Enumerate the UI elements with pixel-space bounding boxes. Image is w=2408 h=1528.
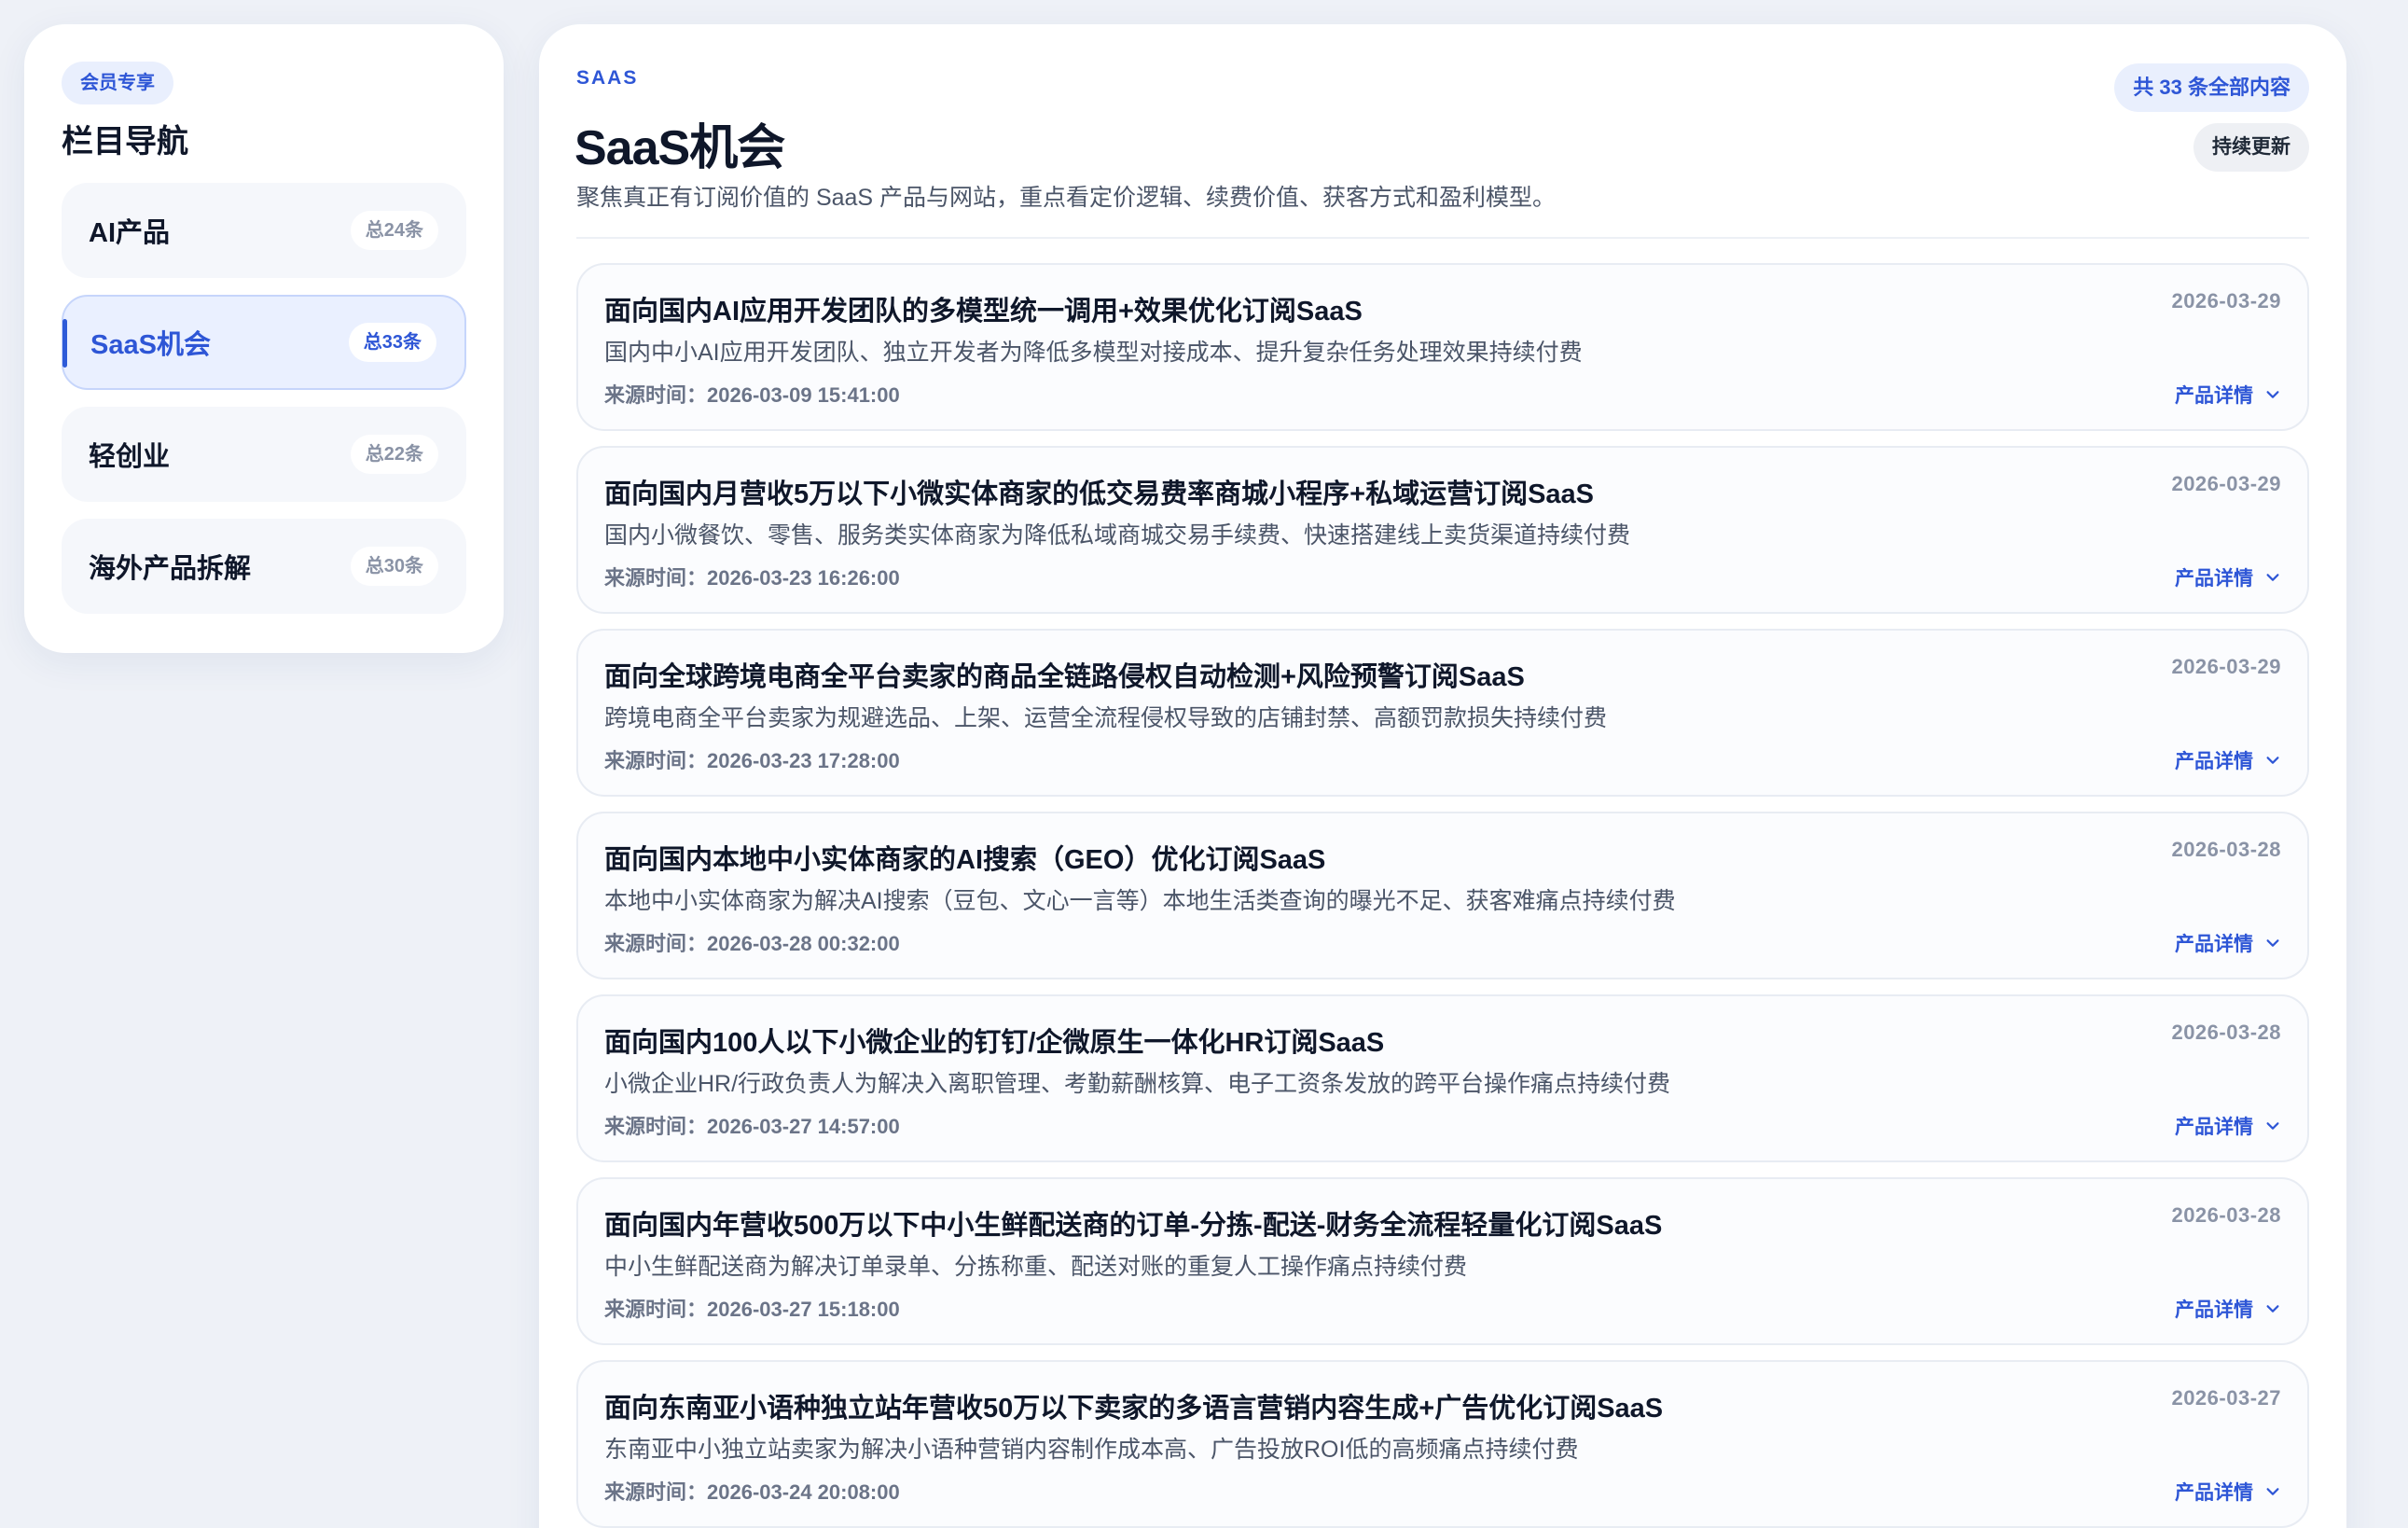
- update-status-badge: 持续更新: [2193, 123, 2309, 172]
- product-detail-label: 产品详情: [2175, 934, 2253, 955]
- sidebar-item-count: 总33条: [348, 323, 436, 362]
- source-time-label: 来源时间：: [604, 383, 708, 407]
- product-detail-button[interactable]: 产品详情: [2175, 563, 2281, 591]
- list-item[interactable]: 面向国内100人以下小微企业的钉钉/企微原生一体化HR订阅SaaS 2026-0…: [576, 994, 2309, 1162]
- sidebar-item-ai-products[interactable]: AI产品 总24条: [62, 183, 466, 278]
- member-badge: 会员专享: [62, 62, 173, 104]
- card-source-time: 来源时间：2026-03-23 17:28:00: [604, 744, 900, 774]
- product-detail-label: 产品详情: [2175, 385, 2253, 407]
- chevron-down-icon: [2266, 1488, 2279, 1495]
- card-title[interactable]: 面向国内AI应用开发团队的多模型统一调用+效果优化订阅SaaS: [604, 289, 1363, 328]
- card-title[interactable]: 面向国内月营收5万以下小微实体商家的低交易费率商城小程序+私域运营订阅SaaS: [604, 472, 1594, 511]
- list-item[interactable]: 面向国内本地中小实体商家的AI搜索（GEO）优化订阅SaaS 2026-03-2…: [576, 812, 2309, 979]
- sidebar: 会员专享 栏目导航 AI产品 总24条 SaaS机会 总33条 轻创业 总22条…: [24, 24, 504, 653]
- sidebar-item-count: 总30条: [350, 547, 438, 586]
- sidebar-item-count: 总22条: [350, 435, 438, 474]
- source-time-value: 2026-03-28 00:32:00: [707, 932, 900, 955]
- sidebar-item-label: 轻创业: [89, 442, 171, 472]
- card-date: 2026-03-27: [2171, 1386, 2281, 1410]
- sidebar-item-label: 海外产品拆解: [89, 554, 252, 584]
- list-item[interactable]: 面向国内月营收5万以下小微实体商家的低交易费率商城小程序+私域运营订阅SaaS …: [576, 446, 2309, 614]
- card-description: 小微企业HR/行政负责人为解决入离职管理、考勤薪酬核算、电子工资条发放的跨平台操…: [604, 1071, 1671, 1097]
- total-count-badge: 共 33 条全部内容: [2114, 63, 2309, 112]
- source-time-label: 来源时间：: [604, 1115, 708, 1138]
- card-date: 2026-03-29: [2171, 289, 2281, 313]
- source-time-label: 来源时间：: [604, 749, 708, 772]
- product-detail-button[interactable]: 产品详情: [2175, 1112, 2281, 1140]
- card-source-time: 来源时间：2026-03-27 14:57:00: [604, 1110, 900, 1140]
- card-description: 国内中小AI应用开发团队、独立开发者为降低多模型对接成本、提升复杂任务处理效果持…: [604, 340, 1583, 366]
- product-detail-button[interactable]: 产品详情: [2175, 929, 2281, 957]
- section-kicker: SAAS: [576, 67, 639, 89]
- product-detail-label: 产品详情: [2175, 751, 2253, 772]
- card-title[interactable]: 面向东南亚小语种独立站年营收50万以下卖家的多语言营销内容生成+广告优化订阅Sa…: [604, 1386, 1663, 1425]
- chevron-down-icon: [2266, 1305, 2279, 1313]
- card-source-time: 来源时间：2026-03-24 20:08:00: [604, 1476, 900, 1506]
- card-source-time: 来源时间：2026-03-27 15:18:00: [604, 1293, 900, 1323]
- chevron-down-icon: [2266, 574, 2279, 581]
- product-detail-button[interactable]: 产品详情: [2175, 1478, 2281, 1506]
- card-date: 2026-03-29: [2171, 472, 2281, 495]
- card-description: 国内小微餐饮、零售、服务类实体商家为降低私域商城交易手续费、快速搭建线上卖货渠道…: [604, 522, 1631, 549]
- product-detail-button[interactable]: 产品详情: [2175, 1295, 2281, 1323]
- source-time-value: 2026-03-23 16:26:00: [707, 566, 900, 590]
- source-time-value: 2026-03-23 17:28:00: [707, 749, 900, 772]
- product-detail-label: 产品详情: [2175, 1482, 2253, 1504]
- card-description: 中小生鲜配送商为解决订单录单、分拣称重、配送对账的重复人工操作痛点持续付费: [604, 1254, 1468, 1280]
- sidebar-item-label: AI产品: [89, 218, 171, 248]
- page: 会员专享 栏目导航 AI产品 总24条 SaaS机会 总33条 轻创业 总22条…: [0, 0, 2408, 1528]
- sidebar-item-count: 总24条: [350, 211, 438, 250]
- chevron-down-icon: [2266, 939, 2279, 947]
- card-list: 面向国内AI应用开发团队的多模型统一调用+效果优化订阅SaaS 2026-03-…: [576, 263, 2309, 1528]
- nav-list: AI产品 总24条 SaaS机会 总33条 轻创业 总22条 海外产品拆解 总3…: [62, 183, 466, 614]
- card-title[interactable]: 面向全球跨境电商全平台卖家的商品全链路侵权自动检测+风险预警订阅SaaS: [604, 655, 1525, 694]
- source-time-label: 来源时间：: [604, 932, 708, 955]
- card-source-time: 来源时间：2026-03-23 16:26:00: [604, 562, 900, 591]
- card-date: 2026-03-28: [2171, 1021, 2281, 1044]
- sidebar-item-light-startup[interactable]: 轻创业 总22条: [62, 407, 466, 502]
- source-time-value: 2026-03-27 14:57:00: [707, 1115, 900, 1138]
- main-panel: SAAS SaaS机会 聚焦真正有订阅价值的 SaaS 产品与网站，重点看定价逻…: [539, 24, 2346, 1528]
- card-date: 2026-03-28: [2171, 838, 2281, 861]
- card-title[interactable]: 面向国内本地中小实体商家的AI搜索（GEO）优化订阅SaaS: [604, 838, 1325, 877]
- sidebar-item-label: SaaS机会: [90, 330, 211, 360]
- list-item[interactable]: 面向国内年营收500万以下中小生鲜配送商的订单-分拣-配送-财务全流程轻量化订阅…: [576, 1177, 2309, 1345]
- card-title[interactable]: 面向国内100人以下小微企业的钉钉/企微原生一体化HR订阅SaaS: [604, 1021, 1384, 1060]
- page-title: SaaS机会: [574, 121, 785, 175]
- list-item[interactable]: 面向国内AI应用开发团队的多模型统一调用+效果优化订阅SaaS 2026-03-…: [576, 263, 2309, 431]
- card-date: 2026-03-28: [2171, 1203, 2281, 1227]
- header-divider: [576, 237, 2309, 239]
- product-detail-label: 产品详情: [2175, 1117, 2253, 1138]
- card-date: 2026-03-29: [2171, 655, 2281, 678]
- product-detail-label: 产品详情: [2175, 1299, 2253, 1321]
- chevron-down-icon: [2266, 1122, 2279, 1130]
- product-detail-button[interactable]: 产品详情: [2175, 746, 2281, 774]
- sidebar-item-overseas[interactable]: 海外产品拆解 总30条: [62, 519, 466, 614]
- source-time-value: 2026-03-09 15:41:00: [707, 383, 900, 407]
- list-item[interactable]: 面向全球跨境电商全平台卖家的商品全链路侵权自动检测+风险预警订阅SaaS 202…: [576, 629, 2309, 797]
- card-source-time: 来源时间：2026-03-09 15:41:00: [604, 379, 900, 409]
- product-detail-label: 产品详情: [2175, 568, 2253, 590]
- sidebar-item-saas[interactable]: SaaS机会 总33条: [62, 295, 466, 390]
- source-time-value: 2026-03-27 15:18:00: [707, 1298, 900, 1321]
- card-description: 跨境电商全平台卖家为规避选品、上架、运营全流程侵权导致的店铺封禁、高额罚款损失持…: [604, 705, 1608, 731]
- card-source-time: 来源时间：2026-03-28 00:32:00: [604, 927, 900, 957]
- chevron-down-icon: [2266, 391, 2279, 398]
- source-time-value: 2026-03-24 20:08:00: [707, 1480, 900, 1504]
- card-description: 东南亚中小独立站卖家为解决小语种营销内容制作成本高、广告投放ROI低的高频痛点持…: [604, 1437, 1579, 1463]
- source-time-label: 来源时间：: [604, 1480, 708, 1504]
- sidebar-title: 栏目导航: [62, 124, 188, 160]
- chevron-down-icon: [2266, 757, 2279, 764]
- card-title[interactable]: 面向国内年营收500万以下中小生鲜配送商的订单-分拣-配送-财务全流程轻量化订阅…: [604, 1203, 1662, 1243]
- product-detail-button[interactable]: 产品详情: [2175, 381, 2281, 409]
- source-time-label: 来源时间：: [604, 566, 708, 590]
- source-time-label: 来源时间：: [604, 1298, 708, 1321]
- page-description: 聚焦真正有订阅价值的 SaaS 产品与网站，重点看定价逻辑、续费价值、获客方式和…: [576, 185, 1557, 211]
- list-item[interactable]: 面向东南亚小语种独立站年营收50万以下卖家的多语言营销内容生成+广告优化订阅Sa…: [576, 1360, 2309, 1528]
- card-description: 本地中小实体商家为解决AI搜索（豆包、文心一言等）本地生活类查询的曝光不足、获客…: [604, 888, 1676, 914]
